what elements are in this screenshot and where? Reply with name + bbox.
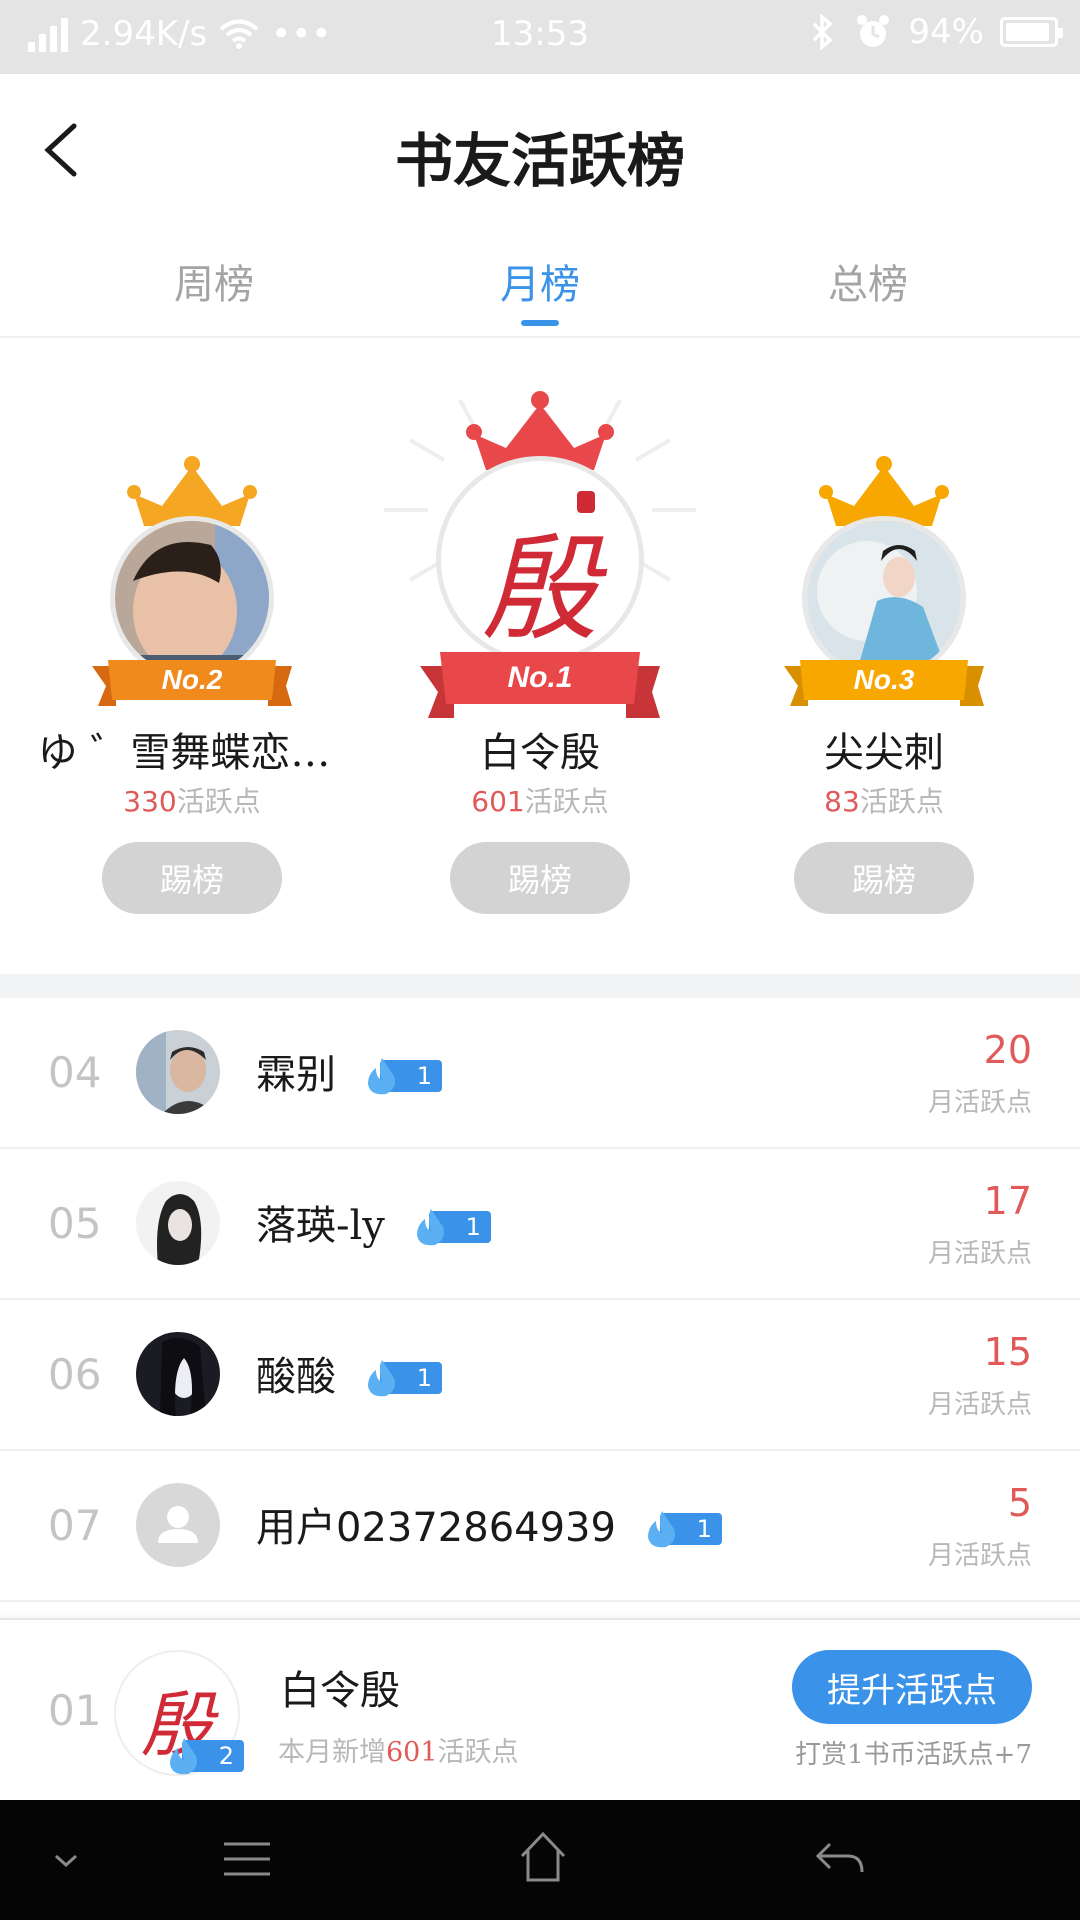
user-name: 用户02372864939 xyxy=(256,1505,616,1551)
header: 书友活跃榜 xyxy=(0,74,1080,226)
fire-icon xyxy=(416,1209,444,1246)
podium-first: 殷 No.1 白令殷 601活跃点 踢榜 xyxy=(380,340,700,970)
avatar[interactable]: 殷 xyxy=(436,456,644,664)
rank-number: 06 xyxy=(48,1350,102,1399)
seal-icon xyxy=(577,491,595,513)
boost-hint: 打赏1书币活跃点+7 xyxy=(795,1740,1032,1770)
avatar[interactable] xyxy=(136,1030,220,1114)
points-label: 月活跃点 xyxy=(927,1088,1032,1118)
active-tab-indicator xyxy=(521,320,559,326)
podium-points: 601活跃点 xyxy=(471,785,609,818)
default-avatar-icon[interactable] xyxy=(136,1483,220,1567)
battery-icon xyxy=(1000,17,1063,47)
fire-level-badge: 1 xyxy=(642,1509,722,1549)
status-right: 94% xyxy=(808,12,1063,52)
fire-level-badge: 1 xyxy=(362,1056,442,1096)
my-monthly-summary: 本月新增601活跃点 xyxy=(278,1737,519,1768)
section-divider xyxy=(0,974,1080,998)
tab-total[interactable]: 总榜 xyxy=(768,252,968,310)
avatar[interactable] xyxy=(136,1181,220,1265)
battery-percent: 94% xyxy=(908,12,984,52)
podium-name: 白令殷 xyxy=(480,730,600,776)
kick-button[interactable]: 踢榜 xyxy=(794,842,974,914)
bluetooth-icon xyxy=(813,14,833,50)
user-name: 霖别 xyxy=(256,1052,336,1098)
rank-ribbon-3: No.3 xyxy=(784,660,984,712)
points-label: 月活跃点 xyxy=(927,1541,1032,1571)
page-title: 书友活跃榜 xyxy=(394,127,685,195)
monthly-points: 17 xyxy=(983,1179,1032,1223)
monthly-points: 20 xyxy=(983,1028,1032,1072)
menu-icon[interactable] xyxy=(222,1838,272,1880)
rank-ribbon-2: No.2 xyxy=(92,660,292,712)
my-ranking-bar: 01 殷 2 白令殷 本月新增601活跃点 提升活跃点 打赏1书币活跃点+7 xyxy=(0,1618,1080,1800)
user-name: 落瑛-ly xyxy=(256,1203,385,1249)
fire-level-badge: 1 xyxy=(362,1358,442,1398)
fire-level-badge: 2 xyxy=(164,1736,244,1776)
kick-button[interactable]: 踢榜 xyxy=(450,842,630,914)
boost-activity-button[interactable]: 提升活跃点 xyxy=(792,1650,1032,1724)
my-rank-number: 01 xyxy=(48,1686,102,1735)
points-label: 月活跃点 xyxy=(927,1239,1032,1269)
alarm-icon xyxy=(857,15,890,47)
fire-level-badge: 1 xyxy=(411,1207,491,1247)
system-nav-bar xyxy=(0,1800,1080,1920)
podium-points: 330活跃点 xyxy=(123,785,261,818)
list-item[interactable]: 07 用户02372864939 1 5 月活跃点 xyxy=(0,1451,1080,1602)
fire-icon xyxy=(368,1058,395,1095)
list-item[interactable]: 06 酸酸 1 15 月活跃点 xyxy=(0,1300,1080,1451)
points-label: 月活跃点 xyxy=(927,1390,1032,1420)
podium-name: 尖尖刺 xyxy=(824,730,944,776)
podium-second: No.2 ゆ ゛雪舞蝶恋… 330活跃点 踢榜 xyxy=(32,340,352,970)
fire-icon xyxy=(170,1738,197,1775)
rank-number: 05 xyxy=(48,1199,102,1248)
rank-number: 07 xyxy=(48,1501,102,1550)
back-nav-icon[interactable] xyxy=(814,1838,866,1878)
avatar[interactable] xyxy=(136,1332,220,1416)
rank-number: 04 xyxy=(48,1048,102,1097)
avatar[interactable] xyxy=(110,516,274,680)
monthly-points: 15 xyxy=(983,1330,1032,1374)
ranking-list: 04 霖别 1 20 月活跃点 05 落瑛-ly 1 17 月活跃点 06 酸酸… xyxy=(0,998,1080,1602)
status-bar: 2.94K/s ••• 13:53 94% xyxy=(0,0,1080,74)
podium-third: No.3 尖尖刺 83活跃点 踢榜 xyxy=(724,340,1044,970)
rank-ribbon-1: No.1 xyxy=(420,644,660,718)
monthly-points: 5 xyxy=(1007,1481,1032,1525)
fire-icon xyxy=(647,1511,675,1548)
tab-weekly[interactable]: 周榜 xyxy=(114,252,314,310)
avatar[interactable] xyxy=(802,516,966,680)
my-name: 白令殷 xyxy=(280,1668,400,1714)
podium-name: ゆ ゛雪舞蝶恋… xyxy=(37,730,331,776)
user-name: 酸酸 xyxy=(256,1354,336,1400)
list-item[interactable]: 05 落瑛-ly 1 17 月活跃点 xyxy=(0,1149,1080,1300)
tab-bar: 周榜 月榜 总榜 xyxy=(0,228,1080,338)
podium: No.2 ゆ ゛雪舞蝶恋… 330活跃点 踢榜 殷 No.1 白令殷 601活跃… xyxy=(0,340,1080,970)
home-icon[interactable] xyxy=(518,1830,568,1884)
chevron-down-icon[interactable] xyxy=(52,1852,80,1870)
kick-button[interactable]: 踢榜 xyxy=(102,842,282,914)
list-item[interactable]: 04 霖别 1 20 月活跃点 xyxy=(0,998,1080,1149)
tab-monthly[interactable]: 月榜 xyxy=(440,252,640,310)
podium-points: 83活跃点 xyxy=(824,785,944,818)
fire-icon xyxy=(368,1360,395,1397)
